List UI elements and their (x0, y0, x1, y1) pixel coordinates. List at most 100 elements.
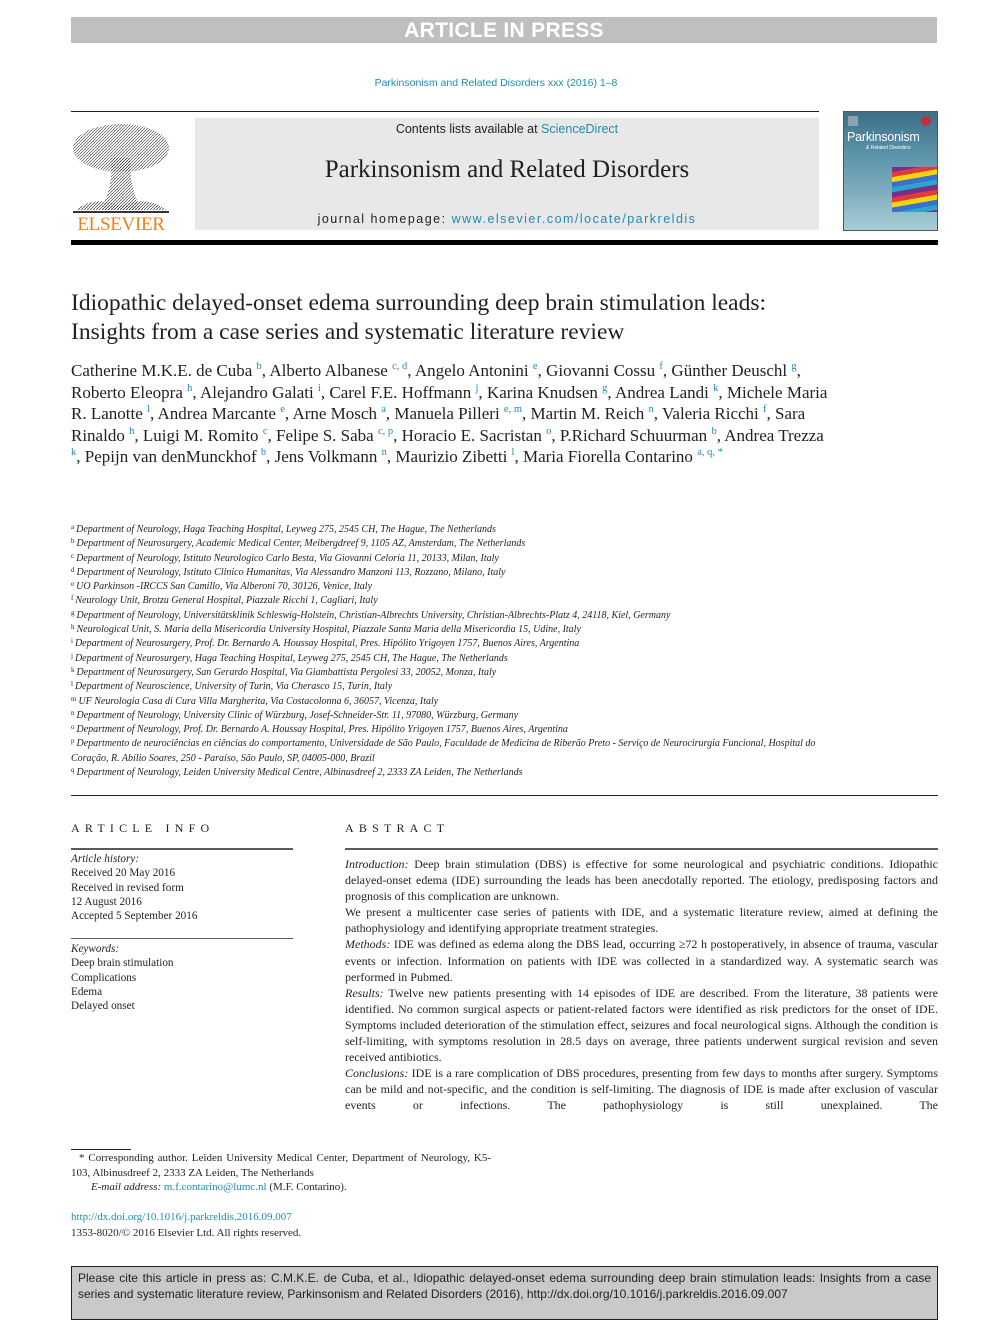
author-affiliation-marker[interactable]: b (261, 447, 266, 458)
author-name[interactable]: Manuela Pilleri (394, 404, 499, 423)
affiliation-text: Department of Neurology, Istituto Clinic… (76, 566, 506, 578)
affiliation-key: e (71, 580, 75, 589)
author-affiliation-marker[interactable]: i (318, 383, 321, 394)
author-affiliation-marker[interactable]: f (659, 361, 663, 372)
author-name[interactable]: Jens Volkmann (275, 447, 378, 466)
journal-homepage-line: journal homepage: www.elsevier.com/locat… (195, 212, 819, 226)
affiliation-text: Department of Neurology, Istituto Neurol… (76, 552, 499, 564)
affiliation-item: d Department of Neurology, Istituto Clini… (71, 566, 851, 580)
affiliation-item: a Department of Neurology, Haga Teaching … (71, 523, 851, 537)
footnote-rule (71, 1149, 131, 1150)
author-name[interactable]: Arne Mosch (292, 404, 377, 423)
author-name[interactable]: Pepijn van denMunckhof (85, 447, 257, 466)
author-name[interactable]: Luigi M. Romito (143, 426, 259, 445)
section-text: IDE was defined as edema along the DBS l… (345, 937, 938, 984)
affiliation-item: m UF Neurologia Casa di Cura Villa Marghe… (71, 695, 851, 709)
author-affiliation-marker[interactable]: f (763, 404, 767, 415)
author-name[interactable]: Andrea Trezza (724, 426, 824, 445)
author-affiliation-marker[interactable]: k (71, 447, 76, 458)
affiliation-text: Department of Neurology, Haga Teaching H… (76, 524, 496, 535)
author-affiliation-marker[interactable]: e (533, 361, 538, 372)
keyword-item: Complications (71, 971, 137, 984)
history-item: Received in revised form (71, 881, 184, 894)
homepage-prefix: journal homepage: (317, 212, 452, 226)
section-label: Methods: (345, 937, 391, 952)
affiliation-text: Department of Neurosurgery, Prof. Dr. Be… (74, 638, 580, 650)
cover-kayaks-photo (892, 167, 937, 212)
article-title: Idiopathic delayed-onset edema surroundi… (71, 290, 767, 345)
author-affiliation-marker[interactable]: k (713, 383, 718, 394)
affiliation-key: m (71, 694, 77, 703)
sciencedirect-link[interactable]: ScienceDirect (541, 122, 618, 136)
affiliation-key: k (71, 665, 75, 674)
abstract-body: Introduction: Deep brain stimulation (DB… (345, 856, 938, 1114)
author-name[interactable]: Horacio E. Sacristan (402, 426, 542, 445)
author-affiliation-marker[interactable]: j (476, 383, 479, 394)
elsevier-logo[interactable]: ELSEVIER (71, 118, 171, 236)
author-affiliation-marker[interactable]: g (602, 383, 607, 394)
citation-box: Please cite this article in press as: C.… (71, 1266, 938, 1320)
affiliation-key: l (71, 680, 73, 689)
author-name[interactable]: Giovanni Cossu (546, 361, 655, 380)
corresponding-author-text: * Corresponding author. Leiden Universit… (71, 1152, 491, 1179)
doi-link[interactable]: http://dx.doi.org/10.1016/j.parkreldis.2… (71, 1210, 491, 1226)
keyword-item: Delayed onset (71, 1000, 135, 1013)
abstract-aim: We present a multicenter case series of … (345, 904, 938, 936)
author-affiliation-marker[interactable]: n (649, 404, 654, 415)
affiliations-rule (71, 795, 938, 796)
author-name[interactable]: Valeria Ricchi (662, 404, 759, 423)
author-affiliation-marker[interactable]: c, p (378, 426, 393, 437)
author-affiliation-marker[interactable]: g (791, 361, 796, 372)
author-affiliation-marker[interactable]: b (711, 426, 716, 437)
journal-reference-link[interactable]: Parkinsonism and Related Disorders xxx (… (0, 77, 992, 89)
author-affiliation-marker[interactable]: a, q, * (697, 447, 723, 458)
journal-homepage-link[interactable]: www.elsevier.com/locate/parkreldis (452, 212, 697, 226)
author-name[interactable]: Maurizio Zibetti (395, 447, 507, 466)
author-name[interactable]: Karina Knudsen (487, 383, 598, 402)
author-name[interactable]: Roberto Eleopra (71, 383, 183, 402)
affiliation-key: h (71, 623, 75, 632)
author-name[interactable]: Andrea Marcante (158, 404, 276, 423)
author-name[interactable]: Angelo Antonini (415, 361, 529, 380)
affiliation-item: q Department of Neurology, Leiden Univers… (71, 766, 851, 780)
keyword-item: Edema (71, 985, 103, 998)
author-name[interactable]: Alejandro Galati (200, 383, 314, 402)
email-label: E-mail address: (91, 1181, 162, 1193)
author-name[interactable]: Martin M. Reich (531, 404, 645, 423)
affiliation-key: n (71, 708, 75, 717)
email-suffix: (M.F. Contarino). (266, 1181, 347, 1193)
author-affiliation-marker[interactable]: e (280, 404, 285, 415)
author-affiliation-marker[interactable]: c, d (392, 361, 407, 372)
author-name[interactable]: Günther Deuschl (671, 361, 787, 380)
author-affiliation-marker[interactable]: l (147, 404, 150, 415)
author-name[interactable]: Andrea Landi (615, 383, 709, 402)
affiliation-item: n Department of Neurology, University Cli… (71, 709, 851, 723)
affiliation-item: g Department of Neurology, Universitätskl… (71, 609, 851, 623)
affiliation-item: b Department of Neurosurgery, Academic Me… (71, 537, 851, 551)
email-link[interactable]: m.f.contarino@lumc.nl (164, 1181, 267, 1193)
author-affiliation-marker[interactable]: h (129, 426, 134, 437)
author-affiliation-marker[interactable]: n (382, 447, 387, 458)
author-name[interactable]: Felipe S. Saba (276, 426, 374, 445)
journal-cover-image[interactable]: Parkinsonism & Related Disorders (843, 111, 938, 231)
author-name[interactable]: P.Richard Schuurman (560, 426, 707, 445)
author-name[interactable]: Alberto Albanese (269, 361, 388, 380)
author-affiliation-marker[interactable]: c (263, 426, 268, 437)
author-affiliation-marker[interactable]: e, m (504, 404, 522, 415)
author-list: Catherine M.K.E. de Cuba b, Alberto Alba… (71, 361, 828, 466)
cover-society-logo-icon (921, 116, 931, 126)
author-affiliation-marker[interactable]: h (187, 383, 192, 394)
author-name[interactable]: Catherine M.K.E. de Cuba (71, 361, 252, 380)
author-affiliation-marker[interactable]: l (512, 447, 515, 458)
author-name[interactable]: Carel F.E. Hoffmann (329, 383, 471, 402)
affiliation-text: Neurology Unit, Brotzu General Hospital,… (75, 595, 378, 607)
affiliation-key: d (71, 565, 75, 574)
author-affiliation-marker[interactable]: a (381, 404, 386, 415)
author-affiliation-marker[interactable]: b (257, 361, 262, 372)
affiliation-item: j Department of Neurosurgery, Haga Teachi… (71, 652, 851, 666)
affiliation-key: c (71, 551, 75, 560)
author-name[interactable]: Maria Fiorella Contarino (523, 447, 693, 466)
affiliation-text: Department of Neurology, Prof. Dr. Berna… (76, 724, 568, 736)
author-affiliation-marker[interactable]: o (546, 426, 551, 437)
abstract-introduction: Introduction: Deep brain stimulation (DB… (345, 856, 938, 904)
